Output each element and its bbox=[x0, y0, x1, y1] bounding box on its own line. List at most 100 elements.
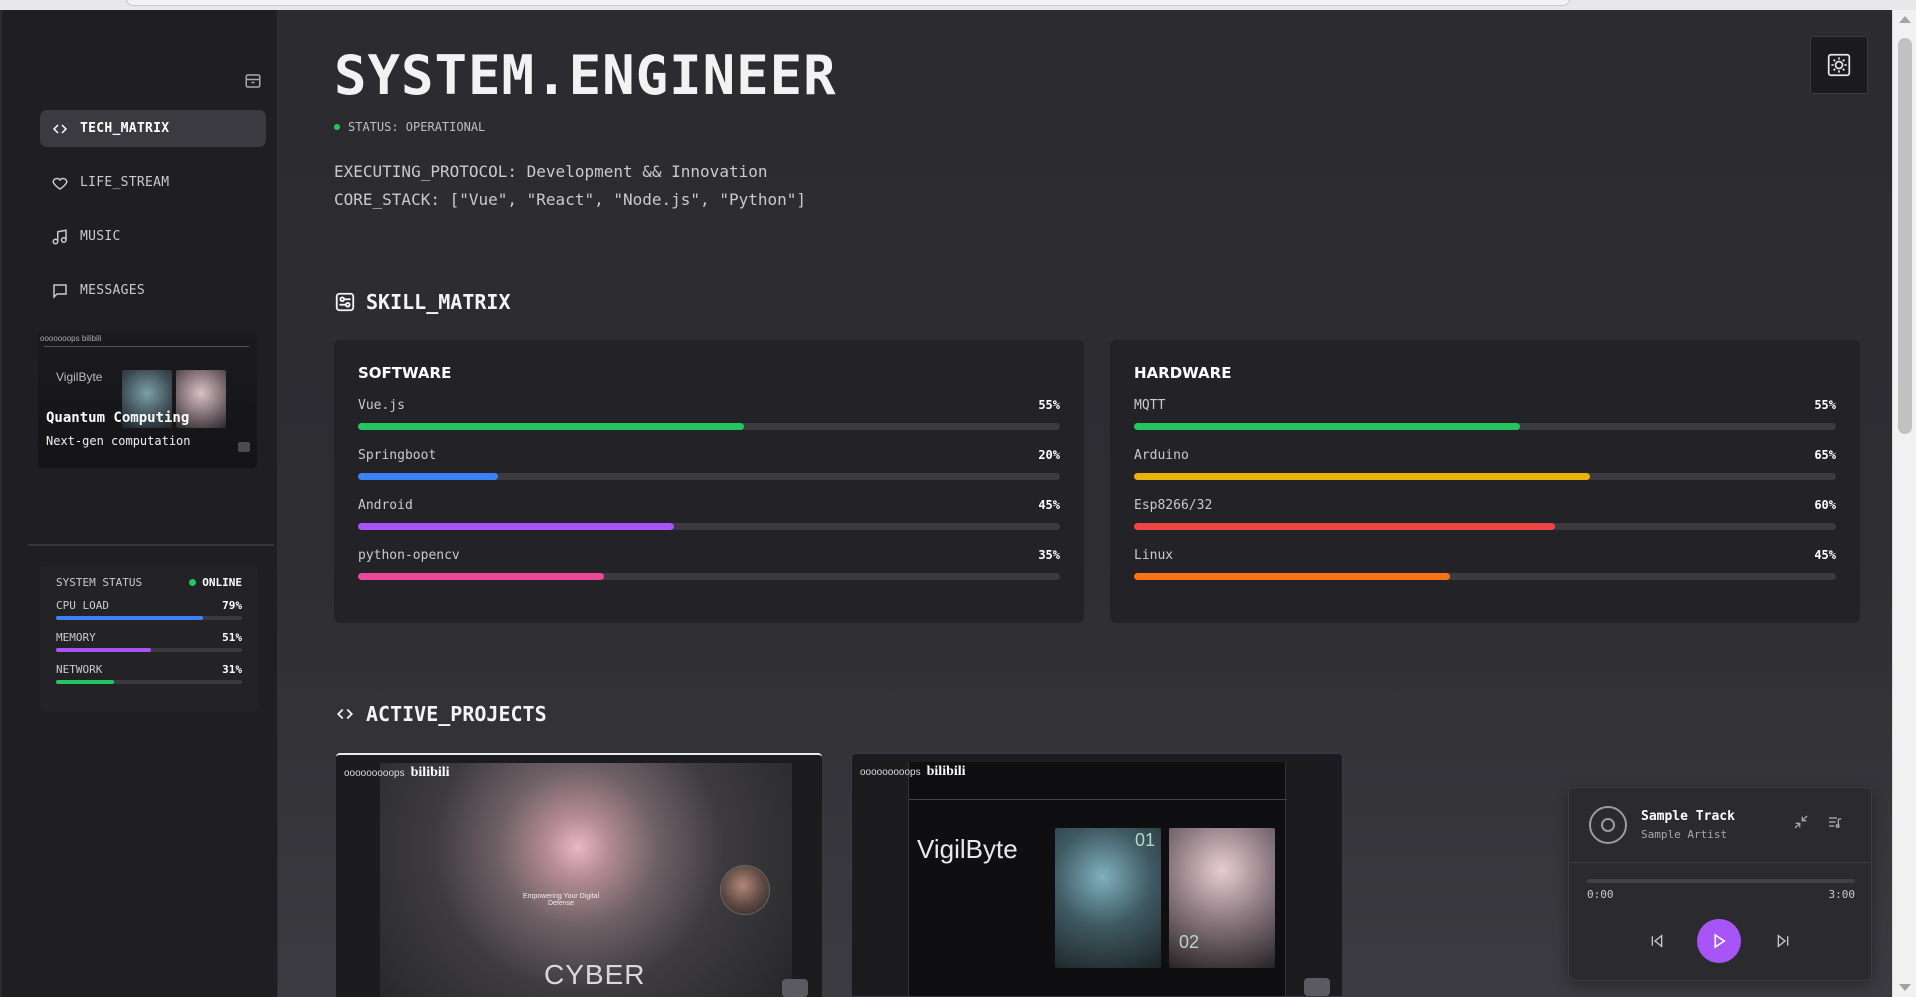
sidebar-item-label: LIFE_STREAM bbox=[80, 175, 170, 190]
skill-bar-fill bbox=[358, 473, 499, 480]
skill-row: Arduino 65% bbox=[1134, 448, 1836, 480]
skill-row: Vue.js 55% bbox=[358, 398, 1060, 430]
status-dot-icon bbox=[189, 579, 197, 586]
skill-name: Springboot bbox=[358, 448, 437, 463]
status-line: STATUS: OPERATIONAL bbox=[334, 120, 485, 134]
metric-bar-fill bbox=[56, 648, 151, 652]
section-title: ACTIVE_PROJECTS bbox=[366, 702, 547, 726]
preview-card[interactable]: ooooooops bilibili VigilByte Quantum Com… bbox=[38, 332, 257, 468]
theme-toggle-button[interactable] bbox=[1810, 36, 1868, 94]
scroll-down-arrow-icon[interactable] bbox=[1899, 984, 1911, 991]
status-dot-icon bbox=[334, 124, 340, 130]
protocol-block: EXECUTING_PROTOCOL: Development && Innov… bbox=[334, 158, 806, 214]
project-thumbnail: Empowering Your Digital Defense CYBER bbox=[380, 763, 792, 997]
heart-icon bbox=[52, 177, 68, 190]
main-content: SYSTEM.ENGINEER STATUS: OPERATIONAL EXEC… bbox=[278, 10, 1892, 997]
music-player: Sample Track Sample Artist 0:00 3:00 bbox=[1568, 787, 1872, 981]
video-icon bbox=[238, 442, 250, 452]
project-card[interactable]: VigilByte 01 02 ooooooooops bilibili bbox=[851, 753, 1343, 997]
active-projects-heading: ACTIVE_PROJECTS bbox=[334, 702, 547, 726]
divider bbox=[1569, 862, 1871, 863]
play-icon bbox=[1714, 933, 1726, 949]
sidebar-item-life-stream[interactable]: LIFE_STREAM bbox=[40, 164, 266, 201]
project-number: 02 bbox=[1179, 932, 1200, 952]
metric-bar bbox=[56, 648, 242, 652]
address-bar[interactable] bbox=[126, 0, 1570, 6]
skill-value: 65% bbox=[1814, 448, 1836, 462]
skill-name: Esp8266/32 bbox=[1134, 498, 1213, 513]
system-status-title: SYSTEM STATUS bbox=[56, 576, 143, 589]
play-button[interactable] bbox=[1697, 919, 1741, 963]
code-icon bbox=[52, 123, 68, 134]
avatar bbox=[720, 865, 770, 915]
skill-name: python-opencv bbox=[358, 548, 460, 563]
skip-back-icon bbox=[1651, 934, 1663, 948]
sidebar: TECH_MATRIX LIFE_STREAM MUSIC MESSAGES o… bbox=[2, 10, 278, 997]
metric-value: 51% bbox=[222, 631, 242, 644]
card-title: HARDWARE bbox=[1134, 364, 1232, 382]
sidebar-item-messages[interactable]: MESSAGES bbox=[40, 272, 266, 309]
next-track-button[interactable] bbox=[1773, 931, 1793, 951]
online-label: ONLINE bbox=[202, 576, 242, 589]
system-status-panel: SYSTEM STATUS ONLINE CPU LOAD 79% MEMORY 5… bbox=[40, 566, 258, 712]
skill-row: Esp8266/32 60% bbox=[1134, 498, 1836, 530]
metric-bar-fill bbox=[56, 680, 114, 684]
page-scrollbar[interactable] bbox=[1892, 10, 1916, 997]
skill-bar bbox=[358, 523, 1060, 530]
skill-value: 60% bbox=[1814, 498, 1836, 512]
skill-bar bbox=[1134, 423, 1836, 430]
track-title: Sample Track bbox=[1641, 809, 1735, 824]
skill-bar-fill bbox=[1134, 473, 1591, 480]
skill-value: 20% bbox=[1038, 448, 1060, 462]
preview-mini-logo: VigilByte bbox=[56, 370, 103, 384]
sidebar-item-label: TECH_MATRIX bbox=[80, 121, 170, 136]
previous-track-button[interactable] bbox=[1647, 931, 1667, 951]
topbar-text: ooooooooops bbox=[344, 767, 405, 779]
archive-box-icon bbox=[245, 74, 261, 88]
project-subtitle: Empowering Your Digital Defense bbox=[522, 893, 600, 907]
code-icon bbox=[336, 708, 354, 720]
skill-name: Vue.js bbox=[358, 398, 405, 413]
project-topbar: ooooooooops bilibili bbox=[344, 765, 450, 781]
sun-icon bbox=[1827, 53, 1851, 77]
skill-value: 55% bbox=[1038, 398, 1060, 412]
skill-name: MQTT bbox=[1134, 398, 1166, 413]
scroll-up-arrow-icon[interactable] bbox=[1899, 16, 1911, 23]
project-card[interactable]: Empowering Your Digital Defense CYBER oo… bbox=[336, 753, 822, 997]
project-number: 01 bbox=[1135, 830, 1156, 850]
preview-subtitle: Next-gen computation bbox=[46, 434, 191, 448]
hardware-skills-card: HARDWARE MQTT 55% Arduino 65% Esp8266/32 60… bbox=[1110, 340, 1860, 623]
disc-icon bbox=[1589, 806, 1627, 844]
project-topbar: ooooooooops bilibili bbox=[860, 764, 966, 780]
minimize-player-button[interactable] bbox=[1791, 812, 1811, 832]
skill-bar bbox=[1134, 523, 1836, 530]
skill-bar-fill bbox=[358, 523, 674, 530]
browser-top-bar bbox=[0, 0, 1916, 10]
skill-value: 55% bbox=[1814, 398, 1836, 412]
sidebar-item-tech-matrix[interactable]: TECH_MATRIX bbox=[40, 110, 266, 147]
sidebar-item-music[interactable]: MUSIC bbox=[40, 218, 266, 255]
collapse-sidebar-button[interactable] bbox=[242, 70, 264, 92]
software-skills-card: SOFTWARE Vue.js 55% Springboot 20% Android… bbox=[334, 340, 1084, 623]
skill-value: 35% bbox=[1038, 548, 1060, 562]
skill-matrix-heading: SKILL_MATRIX bbox=[334, 290, 511, 314]
duration: 3:00 bbox=[1828, 888, 1856, 901]
skill-name: Android bbox=[358, 498, 413, 513]
skill-bar bbox=[1134, 573, 1836, 580]
skip-forward-icon bbox=[1777, 934, 1789, 948]
preview-title: Quantum Computing bbox=[46, 410, 190, 426]
project-headline: CYBER bbox=[544, 959, 646, 990]
settings-panel-icon bbox=[335, 292, 355, 312]
scrollbar-thumb[interactable] bbox=[1898, 38, 1912, 434]
metric-label: MEMORY bbox=[56, 631, 96, 644]
skill-name: Linux bbox=[1134, 548, 1174, 563]
track-progress-bar[interactable] bbox=[1587, 879, 1855, 883]
protocol-line: EXECUTING_PROTOCOL: Development && Innov… bbox=[334, 162, 768, 181]
online-indicator: ONLINE bbox=[189, 576, 242, 589]
track-artist: Sample Artist bbox=[1641, 828, 1728, 841]
playlist-button[interactable] bbox=[1825, 812, 1845, 832]
skill-bar-fill bbox=[1134, 573, 1450, 580]
project-thumbnail: VigilByte 01 02 bbox=[908, 762, 1287, 996]
brand-logo: bilibili bbox=[926, 764, 966, 779]
metric-bar bbox=[56, 680, 242, 684]
